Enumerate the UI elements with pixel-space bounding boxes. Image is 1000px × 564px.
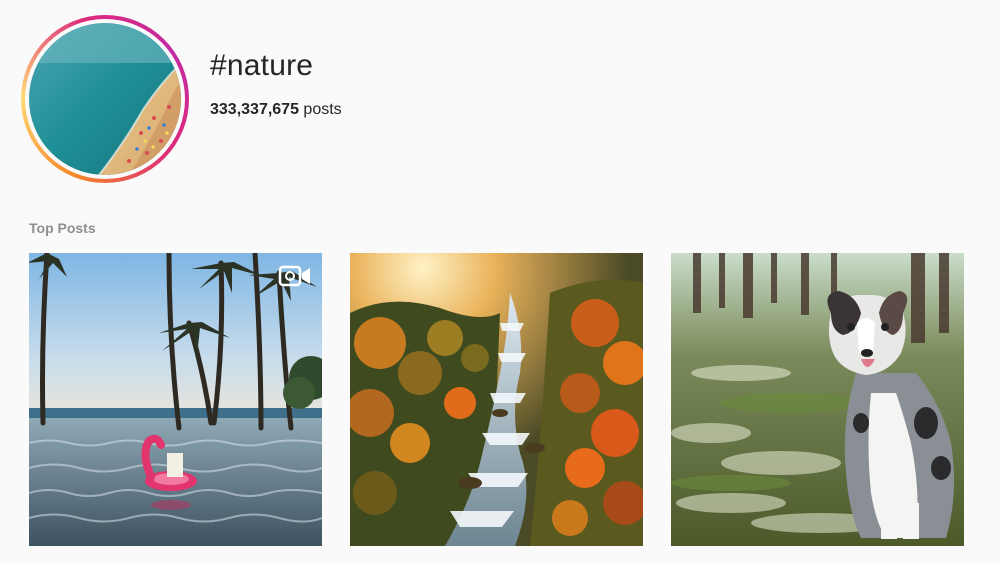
post-count-number: 333,337,675 (210, 101, 299, 118)
hashtag-page: #nature 333,337,675 posts Top Posts (0, 0, 1000, 564)
post-count: 333,337,675 posts (210, 100, 610, 120)
post-tile[interactable] (29, 253, 322, 546)
hashtag-avatar[interactable] (29, 23, 181, 175)
top-posts-grid (29, 253, 964, 546)
post-image-waterfall (350, 253, 643, 546)
post-tile[interactable] (350, 253, 643, 546)
story-ring[interactable] (21, 15, 189, 183)
post-count-suffix: posts (298, 101, 342, 118)
hashtag-header (21, 15, 189, 183)
hashtag-title: #nature (210, 49, 314, 82)
top-posts-label: Top Posts (29, 220, 96, 236)
post-image-pool (29, 253, 322, 546)
post-image-dog (671, 253, 964, 546)
hashtag-info: #nature 333,337,675 posts (210, 48, 610, 120)
post-tile[interactable] (671, 253, 964, 546)
video-icon (278, 265, 310, 287)
